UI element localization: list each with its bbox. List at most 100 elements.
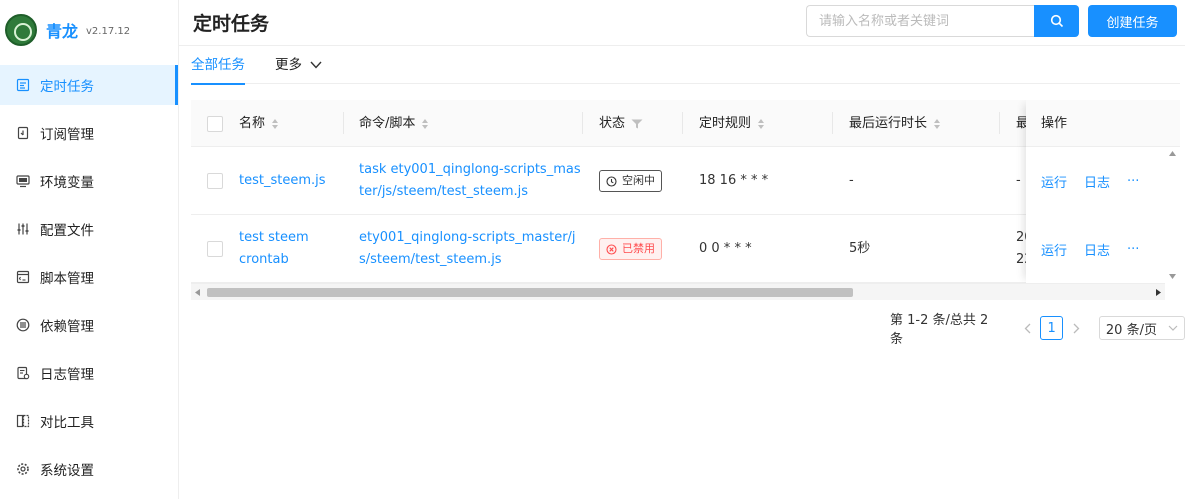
column-divider <box>682 112 683 134</box>
prev-page-button[interactable] <box>1018 323 1036 334</box>
sidebar-item-crontab[interactable]: 定时任务 <box>0 65 178 105</box>
sidebar-item-label: 环境变量 <box>40 175 94 191</box>
brand[interactable]: 青龙 v2.17.12 <box>0 0 178 60</box>
filter-icon[interactable] <box>631 119 643 129</box>
search-button[interactable] <box>1034 5 1079 37</box>
sidebar-item-config[interactable]: 配置文件 <box>0 209 178 249</box>
last-run-cell: - <box>1016 147 1021 215</box>
column-label: 名称 <box>239 116 266 131</box>
tab-label: 更多 <box>275 57 302 73</box>
column-label: 最后运行时长 <box>849 116 928 131</box>
tab-more[interactable]: 更多 <box>275 46 322 84</box>
pagination-total: 第 1-2 条/总共 2 条 <box>890 313 989 347</box>
column-label: 状态 <box>599 116 626 131</box>
run-button[interactable]: 运行 <box>1041 240 1067 259</box>
app-root: 青龙 v2.17.12 定时任务 订阅管理 环境变量 配置文件 脚本管理 依赖管… <box>0 0 1185 499</box>
column-header-command[interactable]: 命令/脚本 <box>359 100 429 147</box>
command-text: ety001_qinglong-scripts_master/j <box>359 230 576 245</box>
page-size-value: 20 条/页 <box>1105 322 1157 338</box>
page-header: 定时任务 创建任务 <box>179 0 1185 46</box>
column-header-actions: 操作 <box>1026 100 1165 147</box>
code-file-icon <box>16 270 30 284</box>
more-actions-button[interactable]: ··· <box>1127 242 1139 257</box>
status-badge: 已禁用 <box>599 238 662 260</box>
log-button[interactable]: 日志 <box>1084 172 1110 191</box>
sidebar-item-scripts[interactable]: 脚本管理 <box>0 257 178 297</box>
sort-icon <box>933 118 941 130</box>
sidebar-item-label: 系统设置 <box>40 463 94 479</box>
column-header-schedule[interactable]: 定时规则 <box>699 100 765 147</box>
monitor-icon <box>16 174 30 188</box>
task-table: 名称 命令/脚本 状态 定时规则 最后运行时长 最 test_steem.js … <box>191 100 1180 300</box>
chevron-right-icon <box>1073 323 1080 333</box>
column-header-status[interactable]: 状态 <box>599 100 643 147</box>
vertical-scrollbar[interactable] <box>1165 147 1180 283</box>
column-divider <box>343 112 344 134</box>
sidebar-item-subscription[interactable]: 订阅管理 <box>0 113 178 153</box>
search-box <box>806 5 1079 37</box>
tab-all-tasks[interactable]: 全部任务 <box>191 46 245 85</box>
row-checkbox[interactable] <box>207 147 223 215</box>
sidebar-item-settings[interactable]: 系统设置 <box>0 449 178 489</box>
main-content: 定时任务 创建任务 全部任务 更多 名称 <box>179 0 1185 499</box>
gear-icon <box>16 462 30 476</box>
name-text: crontab <box>239 252 289 267</box>
sort-icon <box>271 118 279 130</box>
command-text: s/steem/test_steem.js <box>359 252 502 267</box>
sidebar-item-label: 订阅管理 <box>40 127 94 143</box>
select-all-checkbox[interactable] <box>207 100 223 147</box>
column-label: 定时规则 <box>699 116 752 131</box>
next-page-button[interactable] <box>1067 323 1085 334</box>
list-icon <box>16 318 30 332</box>
column-header-name[interactable]: 名称 <box>239 100 279 147</box>
task-tabs: 全部任务 更多 <box>191 46 1180 85</box>
page-title: 定时任务 <box>193 13 270 35</box>
duration-cell: 5秒 <box>849 241 871 256</box>
sidebar-menu: 定时任务 订阅管理 环境变量 配置文件 脚本管理 依赖管理 日志管理 对比工具 … <box>0 65 178 489</box>
sidebar-item-label: 定时任务 <box>40 79 94 95</box>
row-checkbox[interactable] <box>207 215 223 283</box>
sidebar-item-label: 依赖管理 <box>40 319 94 335</box>
log-button[interactable]: 日志 <box>1084 240 1110 259</box>
column-header-duration[interactable]: 最后运行时长 <box>849 100 941 147</box>
chevron-down-icon <box>310 61 322 69</box>
row-actions: 运行 日志 ··· <box>1041 215 1156 283</box>
sidebar-item-env[interactable]: 环境变量 <box>0 161 178 201</box>
status-cell: 已禁用 <box>599 215 662 283</box>
schedule-cell: 18 16 * * * <box>699 173 769 188</box>
sidebar-item-logs[interactable]: 日志管理 <box>0 353 178 393</box>
sidebar-item-label: 脚本管理 <box>40 271 94 287</box>
task-name-link[interactable]: test steem crontab <box>239 215 309 283</box>
chevron-left-icon <box>1024 323 1031 333</box>
sidebar-item-label: 日志管理 <box>40 367 94 383</box>
page-number-button[interactable]: 1 <box>1039 316 1064 340</box>
task-command-link[interactable]: ety001_qinglong-scripts_master/j s/steem… <box>359 215 576 283</box>
run-button[interactable]: 运行 <box>1041 172 1067 191</box>
chevron-down-icon <box>1168 325 1178 331</box>
scrollbar-thumb[interactable] <box>207 288 853 297</box>
sidebar-item-label: 配置文件 <box>40 223 94 239</box>
horizontal-scrollbar[interactable] <box>191 283 1165 300</box>
sidebar-item-dependencies[interactable]: 依赖管理 <box>0 305 178 345</box>
column-divider <box>582 112 583 134</box>
command-text: task ety001_qinglong-scripts_mas <box>359 162 581 177</box>
brand-name: 青龙 <box>46 22 79 41</box>
sidebar: 青龙 v2.17.12 定时任务 订阅管理 环境变量 配置文件 脚本管理 依赖管… <box>0 0 179 499</box>
schedule-cell: 0 0 * * * <box>699 241 752 256</box>
task-command-link[interactable]: task ety001_qinglong-scripts_mas ter/js/… <box>359 147 581 215</box>
log-icon <box>16 366 30 380</box>
dragon-logo-icon <box>5 14 37 46</box>
page-size-select[interactable]: 20 条/页 <box>1098 316 1185 340</box>
sidebar-item-diff[interactable]: 对比工具 <box>0 401 178 441</box>
task-name-link[interactable]: test_steem.js <box>239 147 326 215</box>
create-task-button[interactable]: 创建任务 <box>1088 5 1177 37</box>
last-run-text: - <box>1016 173 1021 188</box>
sliders-icon <box>16 222 30 236</box>
close-circle-icon <box>606 243 617 255</box>
command-text: ter/js/steem/test_steem.js <box>359 184 529 199</box>
search-input[interactable] <box>806 5 1034 37</box>
column-label: 命令/脚本 <box>359 116 416 131</box>
column-divider <box>999 112 1000 134</box>
brand-version: v2.17.12 <box>86 26 131 37</box>
more-actions-button[interactable]: ··· <box>1127 174 1139 189</box>
